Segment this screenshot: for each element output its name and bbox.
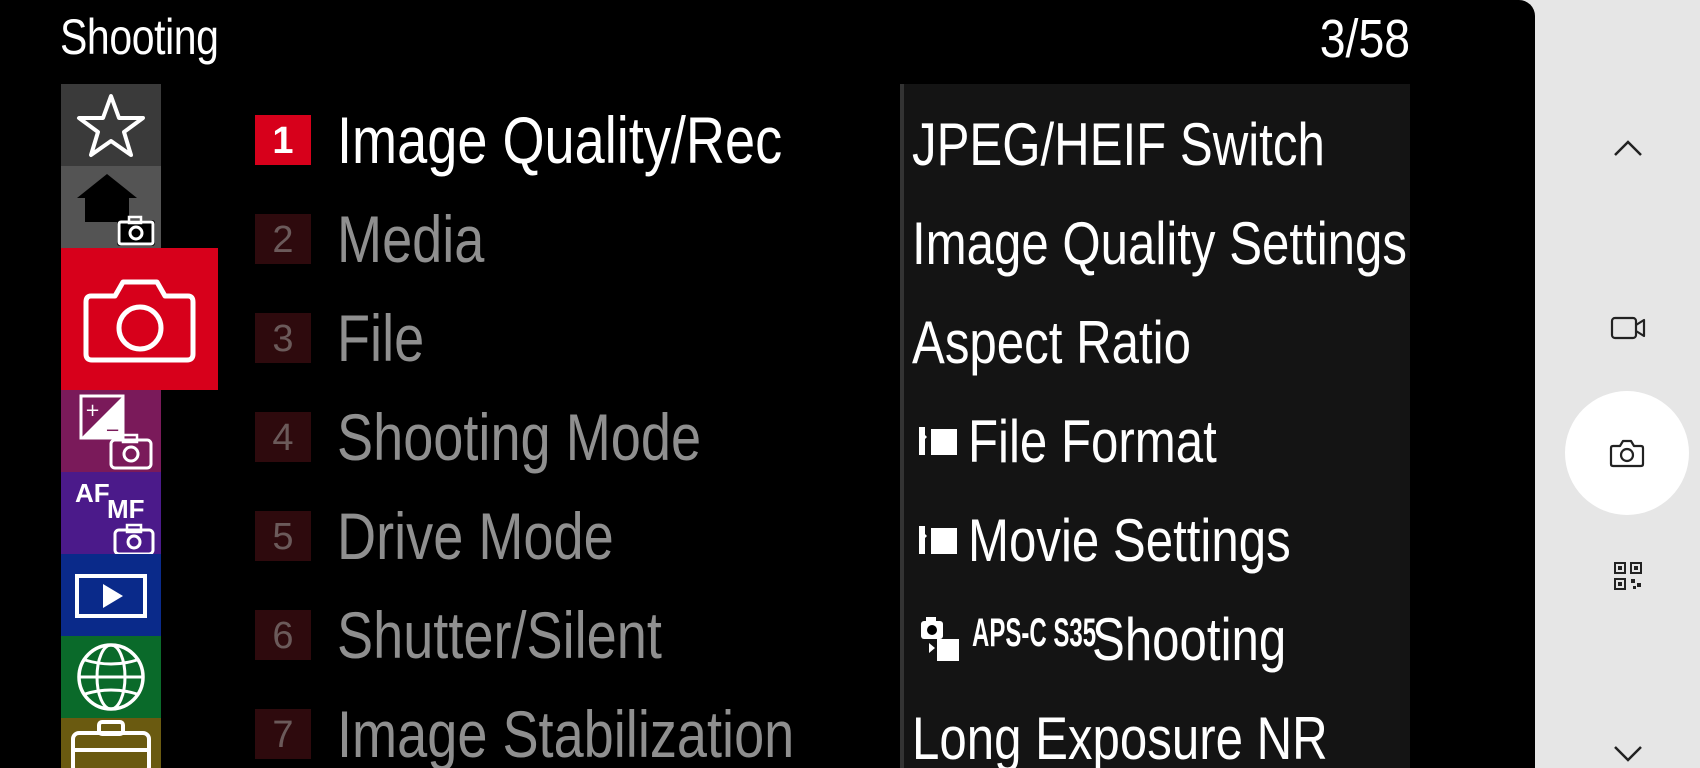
item-label: Image Quality Settings: [912, 210, 1407, 277]
group-number: 2: [255, 214, 311, 264]
menu-group-5[interactable]: 5 Drive Mode: [255, 486, 875, 586]
shutter-button[interactable]: [1565, 391, 1689, 515]
menu-item-movie-settings[interactable]: Movie Settings: [912, 490, 1412, 588]
exposure-camera-icon: + −: [79, 394, 153, 470]
menu-item-aspect-ratio[interactable]: Aspect Ratio: [912, 292, 1412, 390]
scroll-up-button[interactable]: [1600, 120, 1656, 176]
globe-icon: [77, 643, 145, 711]
movie-mode-icon: [919, 427, 957, 455]
group-label: Drive Mode: [337, 499, 614, 573]
menu-group-4[interactable]: 4 Shooting Mode: [255, 387, 875, 487]
item-label: Movie Settings: [968, 507, 1291, 574]
page-title: Shooting: [60, 9, 219, 65]
menu-item-file-format[interactable]: File Format: [912, 391, 1412, 489]
mf-label: MF: [107, 494, 145, 524]
af-label: AF: [75, 478, 110, 508]
panel-divider: [900, 84, 904, 768]
svg-text:−: −: [105, 420, 120, 441]
menu-item-long-exposure-nr[interactable]: Long Exposure NR: [912, 688, 1412, 768]
item-label: Shooting: [1092, 606, 1287, 673]
af-mf-icon: AF MF: [75, 478, 155, 554]
menu-group-6[interactable]: 6 Shutter/Silent: [255, 585, 875, 685]
tab-playback[interactable]: [61, 554, 161, 636]
qr-code-icon: [1614, 562, 1642, 590]
chevron-down-icon: [1614, 746, 1642, 762]
item-label: File Format: [968, 408, 1217, 475]
menu-item-jpeg-heif-switch[interactable]: JPEG/HEIF Switch: [912, 94, 1412, 192]
movie-mode-icon: [919, 526, 957, 554]
video-icon: [1610, 316, 1646, 340]
group-number: 3: [255, 313, 311, 363]
menu-group-1[interactable]: 1 Image Quality/Rec: [255, 90, 875, 190]
group-label: Image Quality/Rec: [337, 103, 783, 177]
menu-group-2[interactable]: 2 Media: [255, 189, 875, 289]
group-number: 1: [255, 115, 311, 165]
tab-main[interactable]: [61, 166, 161, 248]
group-label: Shooting Mode: [337, 400, 702, 474]
svg-text:+: +: [85, 400, 100, 421]
camera-icon: [83, 279, 196, 363]
item-label: Aspect Ratio: [912, 309, 1191, 376]
group-label: Image Stabilization: [337, 697, 795, 768]
group-label: Media: [337, 202, 485, 276]
tab-shooting[interactable]: [61, 248, 218, 390]
camera-icon: [1609, 439, 1645, 468]
page-counter: 3/58: [1319, 9, 1410, 69]
item-label: JPEG/HEIF Switch: [912, 111, 1325, 178]
camera-menu-screen: Shooting 3/58 + − AF MF 1 Image Quality/…: [0, 0, 1535, 768]
menu-item-image-quality-settings[interactable]: Image Quality Settings: [912, 193, 1412, 291]
apsc-s35-badge: APS-C S35: [972, 611, 1097, 655]
video-mode-button[interactable]: [1600, 300, 1656, 356]
group-number: 5: [255, 511, 311, 561]
menu-item-apsc-shooting[interactable]: APS-C S35 Shooting: [912, 589, 1412, 687]
tab-network[interactable]: [61, 636, 161, 718]
playback-icon: [75, 574, 147, 618]
item-label: Long Exposure NR: [912, 705, 1328, 768]
group-number: 6: [255, 610, 311, 660]
scroll-down-button[interactable]: [1600, 738, 1656, 768]
group-label: File: [337, 301, 425, 375]
group-number: 7: [255, 709, 311, 759]
group-label: Shutter/Silent: [337, 598, 662, 672]
menu-group-3[interactable]: 3 File: [255, 288, 875, 388]
home-camera-icon: [77, 174, 155, 246]
qr-code-button[interactable]: [1600, 548, 1656, 604]
tab-setup[interactable]: [61, 718, 161, 768]
chevron-up-icon: [1614, 140, 1642, 156]
group-number: 4: [255, 412, 311, 462]
toolbox-icon: [71, 720, 151, 768]
menu-group-7[interactable]: 7 Image Stabilization: [255, 684, 875, 768]
star-icon: [77, 94, 145, 157]
tab-focus[interactable]: AF MF: [61, 472, 161, 554]
still-movie-icon: [921, 617, 959, 661]
tab-my-menu[interactable]: [61, 84, 161, 166]
tab-exposure-color[interactable]: + −: [61, 390, 161, 472]
